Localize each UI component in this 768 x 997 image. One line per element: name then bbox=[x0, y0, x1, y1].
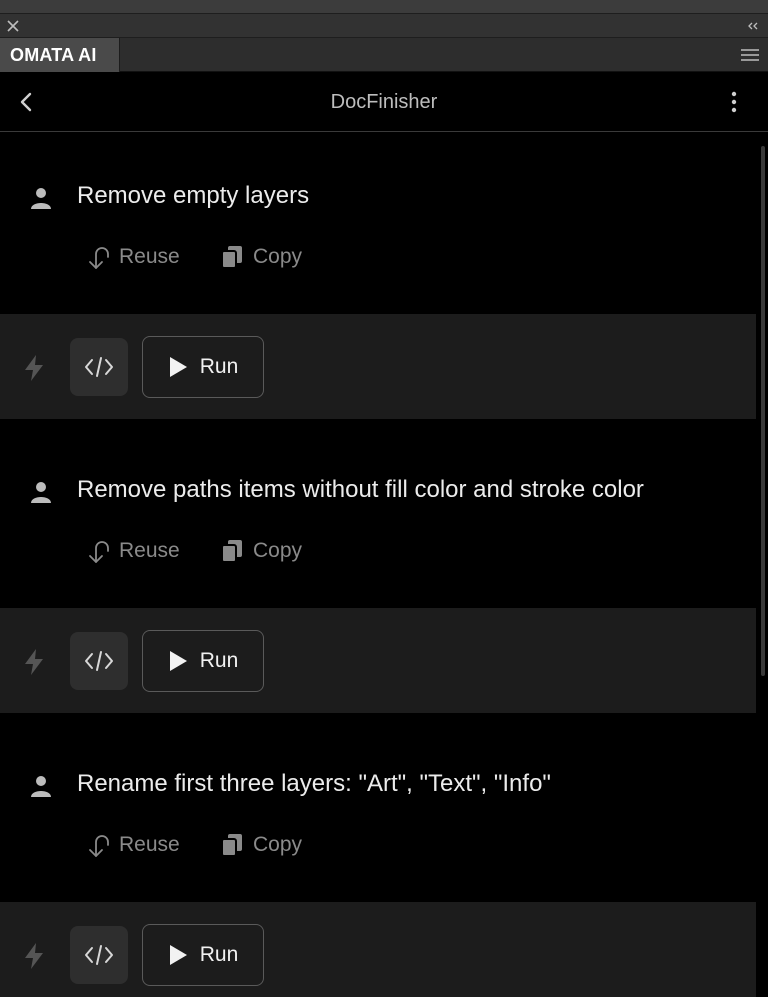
reuse-icon bbox=[89, 541, 109, 563]
lightning-icon bbox=[25, 649, 43, 675]
run-button[interactable]: Run bbox=[142, 630, 264, 692]
reuse-label: Reuse bbox=[119, 539, 180, 562]
play-icon bbox=[169, 651, 187, 671]
run-label: Run bbox=[199, 943, 239, 966]
code-icon bbox=[85, 357, 113, 377]
run-toolbar: Run bbox=[0, 608, 756, 713]
hamburger-menu-icon[interactable] bbox=[740, 47, 760, 63]
lightning-icon bbox=[25, 355, 43, 381]
tab-label: OMATA AI bbox=[10, 44, 97, 65]
reuse-label: Reuse bbox=[119, 245, 180, 268]
play-icon bbox=[169, 945, 187, 965]
copy-label: Copy bbox=[253, 539, 303, 562]
user-message: Remove paths items without fill color an… bbox=[0, 427, 756, 608]
run-label: Run bbox=[199, 355, 239, 378]
user-message: Rename first three layers: "Art", "Text"… bbox=[0, 721, 756, 902]
copy-button[interactable]: Copy bbox=[219, 536, 302, 566]
reuse-button[interactable]: Reuse bbox=[85, 830, 180, 860]
user-icon bbox=[31, 482, 51, 503]
copy-icon bbox=[221, 540, 242, 563]
copy-label: Copy bbox=[253, 245, 303, 268]
prompt-text: Rename first three layers: "Art", "Text"… bbox=[77, 770, 551, 797]
run-label: Run bbox=[199, 649, 239, 672]
copy-label: Copy bbox=[253, 833, 303, 856]
copy-button[interactable]: Copy bbox=[219, 830, 302, 860]
double-chevron-left-icon[interactable] bbox=[746, 20, 760, 32]
run-toolbar: Run bbox=[0, 902, 756, 997]
copy-icon bbox=[221, 246, 242, 269]
reuse-button[interactable]: Reuse bbox=[85, 536, 180, 566]
user-icon bbox=[31, 776, 51, 797]
conversation-block: Remove paths items without fill color an… bbox=[0, 427, 756, 721]
close-icon[interactable] bbox=[5, 18, 21, 34]
reuse-icon bbox=[89, 247, 109, 269]
tab-omata-ai[interactable]: OMATA AI bbox=[0, 38, 120, 72]
kebab-menu-icon[interactable] bbox=[724, 91, 744, 113]
run-button[interactable]: Run bbox=[142, 336, 264, 398]
scrollbar-thumb[interactable] bbox=[761, 146, 765, 676]
user-icon bbox=[31, 188, 51, 209]
user-message: Remove empty layers Reuse Copy bbox=[0, 133, 756, 314]
code-icon bbox=[85, 945, 113, 965]
window-top-edge bbox=[0, 0, 768, 14]
run-button[interactable]: Run bbox=[142, 924, 264, 986]
run-toolbar: Run bbox=[0, 314, 756, 419]
code-icon bbox=[85, 651, 113, 671]
panel-title-bar bbox=[0, 14, 768, 38]
omata-ai-panel: OMATA AI DocFinisher Remove empty layers bbox=[0, 0, 768, 997]
conversation-list[interactable]: Remove empty layers Reuse Copy Run Remov… bbox=[0, 133, 756, 997]
reuse-icon bbox=[89, 835, 109, 857]
panel-tab-strip: OMATA AI bbox=[0, 38, 768, 72]
copy-icon bbox=[221, 834, 242, 857]
view-code-button[interactable] bbox=[70, 632, 128, 690]
view-code-button[interactable] bbox=[70, 338, 128, 396]
play-icon bbox=[169, 357, 187, 377]
prompt-text: Remove empty layers bbox=[77, 182, 310, 209]
conversation-block: Remove empty layers Reuse Copy Run bbox=[0, 133, 756, 427]
reuse-button[interactable]: Reuse bbox=[85, 242, 180, 272]
reuse-label: Reuse bbox=[119, 833, 180, 856]
conversation-block: Rename first three layers: "Art", "Text"… bbox=[0, 721, 756, 997]
page-header: DocFinisher bbox=[0, 72, 768, 132]
copy-button[interactable]: Copy bbox=[219, 242, 302, 272]
page-title: DocFinisher bbox=[330, 91, 438, 113]
lightning-icon bbox=[25, 943, 43, 969]
prompt-text: Remove paths items without fill color an… bbox=[77, 476, 644, 503]
view-code-button[interactable] bbox=[70, 926, 128, 984]
